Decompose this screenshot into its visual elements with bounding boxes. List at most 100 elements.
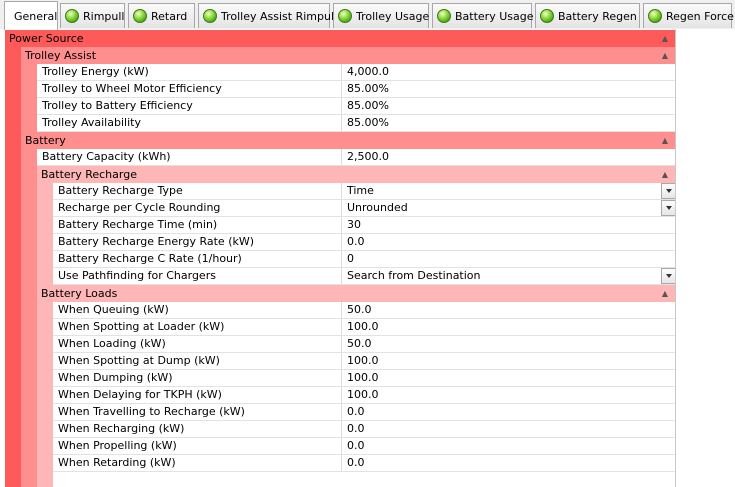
property-row-battery-recharge-type[interactable]: Battery Recharge Type Time [53,183,676,200]
collapse-chevron-icon[interactable]: ▲ [660,47,670,64]
property-row-when-queuing-kw[interactable]: When Queuing (kW) 50.0 [53,302,676,319]
property-row-battery-capacity-kwh[interactable]: Battery Capacity (kWh) 2,500.0 [37,149,676,166]
property-row-when-recharging-kw[interactable]: When Recharging (kW) 0.0 [53,421,676,438]
tab-trolley-assist-rimpull[interactable]: Trolley Assist Rimpull [198,3,337,28]
property-value[interactable]: 85.00% [342,98,676,114]
property-name: When Delaying for TKPH (kW) [53,387,342,403]
property-value[interactable]: 2,500.0 [342,149,676,165]
tab-rimpull[interactable]: Rimpull [60,3,125,28]
tab-regen-force[interactable]: Regen Force [643,3,734,28]
property-grid-panel: Power Source ▲ Trolley Assist ▲ Trolley Ener… [0,29,735,487]
tab-label: Battery Usage [455,9,534,23]
property-value[interactable]: 85.00% [342,81,676,97]
collapse-chevron-icon[interactable]: ▲ [660,30,670,47]
property-value[interactable]: 0.0 [342,421,676,437]
property-row-when-dumping-kw[interactable]: When Dumping (kW) 100.0 [53,370,676,387]
property-name: Trolley Availability [37,115,342,131]
tab-label: Trolley Usage [356,9,430,23]
indent-bar-trolley-assist [21,64,37,132]
category-power-source[interactable]: Power Source ▲ [5,30,676,47]
property-value[interactable]: 4,000.0 [342,64,676,80]
dropdown-arrow-icon[interactable] [661,200,676,216]
property-value[interactable]: 100.0 [342,370,676,386]
green-status-ball-icon [65,9,79,23]
green-status-ball-icon [437,9,451,23]
category-battery-label: Battery [25,134,66,147]
property-value[interactable]: 30 [342,217,676,233]
green-status-ball-icon [203,9,217,23]
category-battery-loads[interactable]: Battery Loads ▲ [37,285,676,302]
collapse-chevron-icon[interactable]: ▲ [660,132,670,149]
property-name: When Queuing (kW) [53,302,342,318]
property-name: When Spotting at Dump (kW) [53,353,342,369]
property-value[interactable]: 0.0 [342,438,676,454]
tab-general[interactable]: General [4,1,58,30]
category-battery-loads-label: Battery Loads [41,287,118,300]
property-name: Trolley to Wheel Motor Efficiency [37,81,342,97]
property-value[interactable]: 0.0 [342,234,676,250]
category-trolley-assist[interactable]: Trolley Assist ▲ [21,47,676,64]
property-name: Trolley Energy (kW) [37,64,342,80]
category-battery[interactable]: Battery ▲ [21,132,676,149]
property-row-battery-recharge-time-min[interactable]: Battery Recharge Time (min) 30 [53,217,676,234]
property-value[interactable]: 0.0 [342,455,676,471]
indent-bar-battery-sub [37,183,53,487]
property-value[interactable]: 85.00% [342,115,676,131]
property-row-when-spotting-at-dump-kw[interactable]: When Spotting at Dump (kW) 100.0 [53,353,676,370]
property-row-trolley-availability[interactable]: Trolley Availability 85.00% [37,115,676,132]
green-status-ball-icon [133,9,147,23]
property-grid: Power Source ▲ Trolley Assist ▲ Trolley Ener… [5,29,676,487]
property-row-trolley-to-battery-efficiency[interactable]: Trolley to Battery Efficiency 85.00% [37,98,676,115]
property-name: When Spotting at Loader (kW) [53,319,342,335]
property-row-battery-recharge-c-rate-1-hour[interactable]: Battery Recharge C Rate (1/hour) 0 [53,251,676,268]
property-value[interactable]: Search from Destination [342,268,676,284]
dropdown-arrow-icon[interactable] [661,268,676,284]
property-name: When Retarding (kW) [53,455,342,471]
collapse-chevron-icon[interactable]: ▲ [660,285,670,302]
property-value[interactable]: Unrounded [342,200,676,216]
indent-bar-power-source [5,47,21,487]
property-row-when-loading-kw[interactable]: When Loading (kW) 50.0 [53,336,676,353]
property-row-battery-recharge-energy-rate-kw[interactable]: Battery Recharge Energy Rate (kW) 0.0 [53,234,676,251]
property-name: Battery Recharge Time (min) [53,217,342,233]
property-value[interactable]: 0 [342,251,676,267]
property-name: When Travelling to Recharge (kW) [53,404,342,420]
property-value[interactable]: 50.0 [342,302,676,318]
property-row-use-pathfinding-for-chargers[interactable]: Use Pathfinding for Chargers Search from … [53,268,676,285]
property-value[interactable]: 100.0 [342,387,676,403]
green-status-ball-icon [338,9,352,23]
property-row-when-spotting-at-loader-kw[interactable]: When Spotting at Loader (kW) 100.0 [53,319,676,336]
tab-label: Battery Regen [558,9,637,23]
property-row-recharge-per-cycle-rounding[interactable]: Recharge per Cycle Rounding Unrounded [53,200,676,217]
property-row-trolley-energy-kw[interactable]: Trolley Energy (kW) 4,000.0 [37,64,676,81]
property-row-when-propelling-kw[interactable]: When Propelling (kW) 0.0 [53,438,676,455]
tab-label: General [14,9,58,23]
property-value[interactable]: Time [342,183,676,199]
property-row-when-delaying-for-tkph-kw[interactable]: When Delaying for TKPH (kW) 100.0 [53,387,676,404]
property-name: When Loading (kW) [53,336,342,352]
dropdown-arrow-icon[interactable] [661,183,676,199]
tab-label: Rimpull [83,9,125,23]
property-row-when-retarding-kw[interactable]: When Retarding (kW) 0.0 [53,455,676,472]
green-status-ball-icon [648,9,662,23]
property-name: Battery Recharge Energy Rate (kW) [53,234,342,250]
property-value[interactable]: 100.0 [342,319,676,335]
tab-strip: General Rimpull Retard Trolley Assist Rimpu… [0,0,735,30]
tab-retard[interactable]: Retard [128,3,195,28]
category-battery-recharge[interactable]: Battery Recharge ▲ [37,166,676,183]
green-status-ball-icon [540,9,554,23]
tab-label: Trolley Assist Rimpull [221,9,338,23]
property-name: Recharge per Cycle Rounding [53,200,342,216]
property-value[interactable]: 100.0 [342,353,676,369]
tab-battery-usage[interactable]: Battery Usage [432,3,534,28]
collapse-chevron-icon[interactable]: ▲ [660,166,670,183]
property-name: Battery Recharge Type [53,183,342,199]
tab-trolley-usage[interactable]: Trolley Usage [333,3,429,28]
property-row-trolley-to-wheel-motor-efficiency[interactable]: Trolley to Wheel Motor Efficiency 85.00% [37,81,676,98]
tab-label: Regen Force [666,9,734,23]
property-value[interactable]: 0.0 [342,404,676,420]
tab-battery-regen[interactable]: Battery Regen [535,3,640,28]
property-value[interactable]: 50.0 [342,336,676,352]
category-battery-recharge-label: Battery Recharge [41,168,137,181]
property-row-when-travelling-to-recharge-kw[interactable]: When Travelling to Recharge (kW) 0.0 [53,404,676,421]
